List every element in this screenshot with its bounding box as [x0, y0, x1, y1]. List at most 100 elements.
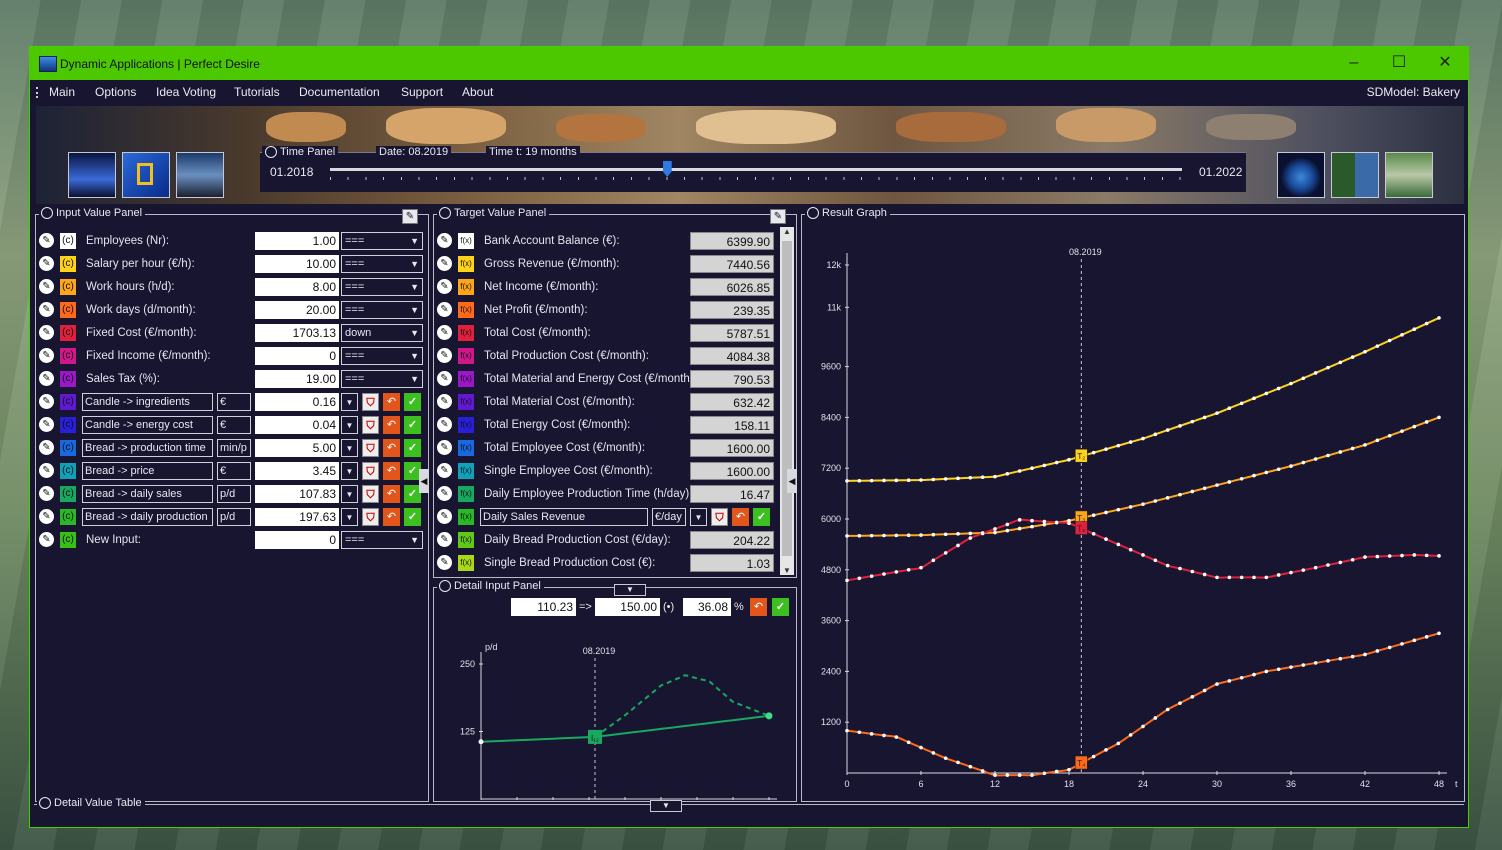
- apply-button[interactable]: ✓: [404, 508, 421, 526]
- edit-pencil-icon[interactable]: ✎: [39, 509, 54, 524]
- edit-pencil-icon[interactable]: ✎: [437, 532, 452, 547]
- dropdown-button[interactable]: ▼: [341, 439, 358, 457]
- apply-button[interactable]: ✓: [753, 508, 770, 526]
- edit-pencil-icon[interactable]: ✎: [39, 256, 54, 271]
- undo-button[interactable]: ↶: [383, 508, 400, 526]
- result-graph-chart[interactable]: 0 6 12 18 24 30 36 42 48 t 1200 2400 3600 4800 6000 720…: [802, 225, 1464, 800]
- table-name-field[interactable]: Candle -> energy cost: [82, 416, 213, 434]
- undo-button[interactable]: ↶: [383, 485, 400, 503]
- table-unit-field[interactable]: p/d: [217, 508, 251, 526]
- table-unit-field[interactable]: €: [217, 393, 251, 411]
- edit-pencil-icon[interactable]: ✎: [39, 440, 54, 455]
- delete-icon[interactable]: ⛉: [362, 485, 379, 503]
- edit-pencil-icon[interactable]: ✎: [437, 394, 452, 409]
- menu-documentation[interactable]: Documentation: [299, 85, 380, 99]
- table-unit-field[interactable]: €: [217, 416, 251, 434]
- table-name-field[interactable]: Bread -> daily sales: [82, 485, 213, 503]
- input-mode-select[interactable]: down ▼: [341, 324, 423, 342]
- undo-button[interactable]: ↶: [383, 439, 400, 457]
- delete-icon[interactable]: ⛉: [362, 439, 379, 457]
- input-value-field[interactable]: 0: [255, 347, 339, 365]
- target-unit-field[interactable]: €/day: [652, 508, 686, 526]
- edit-pencil-icon[interactable]: ✎: [39, 302, 54, 317]
- edit-pencil-icon[interactable]: ✎: [437, 440, 452, 455]
- dropdown-button[interactable]: ▼: [341, 416, 358, 434]
- input-value-field[interactable]: 19.00: [255, 370, 339, 388]
- undo-button[interactable]: ↶: [383, 462, 400, 480]
- edit-pencil-icon[interactable]: ✎: [437, 509, 452, 524]
- edit-pencil-icon[interactable]: ✎: [437, 233, 452, 248]
- theme-tile-building[interactable]: [1385, 152, 1433, 198]
- edit-pencil-icon[interactable]: ✎: [39, 463, 54, 478]
- input-panel-edit-button[interactable]: ✎: [402, 209, 418, 224]
- undo-button[interactable]: ↶: [383, 393, 400, 411]
- detail-mode-label[interactable]: (•): [663, 601, 674, 613]
- input-mode-select[interactable]: === ▼: [341, 370, 423, 388]
- input-value-field[interactable]: 20.00: [255, 301, 339, 319]
- table-name-field[interactable]: Bread -> daily production: [82, 508, 213, 526]
- input-mode-select[interactable]: === ▼: [341, 255, 423, 273]
- table-unit-field[interactable]: min/p: [217, 439, 251, 457]
- edit-pencil-icon[interactable]: ✎: [437, 302, 452, 317]
- delete-icon[interactable]: ⛉: [362, 508, 379, 526]
- time-slider-thumb[interactable]: [662, 161, 672, 177]
- edit-pencil-icon[interactable]: ✎: [437, 371, 452, 386]
- input-mode-select[interactable]: === ▼: [341, 531, 423, 549]
- target-panel-edit-button[interactable]: ✎: [770, 209, 786, 224]
- input-value-field[interactable]: 10.00: [255, 255, 339, 273]
- input-mode-select[interactable]: === ▼: [341, 232, 423, 250]
- edit-pencil-icon[interactable]: ✎: [39, 417, 54, 432]
- dropdown-button[interactable]: ▼: [341, 462, 358, 480]
- dropdown-button[interactable]: ▼: [341, 485, 358, 503]
- edit-pencil-icon[interactable]: ✎: [39, 486, 54, 501]
- edit-pencil-icon[interactable]: ✎: [39, 233, 54, 248]
- dropdown-button[interactable]: ▼: [341, 508, 358, 526]
- theme-tile-door[interactable]: [122, 152, 170, 198]
- edit-pencil-icon[interactable]: ✎: [437, 555, 452, 570]
- input-value-field[interactable]: 3.45: [255, 462, 339, 480]
- undo-button[interactable]: ↶: [732, 508, 749, 526]
- table-name-field[interactable]: Bread -> price: [82, 462, 213, 480]
- title-bar[interactable]: Dynamic Applications | Perfect Desire – …: [30, 47, 1468, 80]
- delete-icon[interactable]: ⛉: [362, 416, 379, 434]
- menu-options[interactable]: Options: [95, 85, 136, 99]
- edit-pencil-icon[interactable]: ✎: [437, 279, 452, 294]
- theme-tile-nature[interactable]: [1331, 152, 1379, 198]
- input-value-field[interactable]: 8.00: [255, 278, 339, 296]
- edit-pencil-icon[interactable]: ✎: [437, 417, 452, 432]
- edit-pencil-icon[interactable]: ✎: [39, 325, 54, 340]
- delete-icon[interactable]: ⛉: [362, 393, 379, 411]
- dropdown-button[interactable]: ▼: [341, 393, 358, 411]
- detail-value-table-expand-button[interactable]: ▼: [650, 800, 682, 812]
- theme-tile-earth[interactable]: [1277, 152, 1325, 198]
- input-value-field[interactable]: 1703.13: [255, 324, 339, 342]
- edit-pencil-icon[interactable]: ✎: [39, 348, 54, 363]
- input-value-field[interactable]: 0: [255, 531, 339, 549]
- target-scrollbar-thumb[interactable]: [782, 241, 792, 556]
- delete-icon[interactable]: ⛉: [711, 508, 728, 526]
- edit-pencil-icon[interactable]: ✎: [437, 463, 452, 478]
- theme-tile-ocean[interactable]: [68, 152, 116, 198]
- table-name-field[interactable]: Candle -> ingredients: [82, 393, 213, 411]
- edit-pencil-icon[interactable]: ✎: [437, 486, 452, 501]
- target-scrollbar[interactable]: ▲ ▼: [780, 227, 794, 575]
- menu-about[interactable]: About: [462, 85, 493, 99]
- apply-button[interactable]: ✓: [404, 416, 421, 434]
- detail-input-chart[interactable]: 0612182430364248t125250p/d08.2019I₁₂: [434, 614, 796, 800]
- minimize-button[interactable]: –: [1344, 53, 1364, 73]
- edit-pencil-icon[interactable]: ✎: [39, 371, 54, 386]
- collapse-left-button[interactable]: ◀: [419, 469, 429, 493]
- undo-button[interactable]: ↶: [383, 416, 400, 434]
- maximize-button[interactable]: ☐: [1389, 53, 1409, 73]
- input-value-field[interactable]: 107.83: [255, 485, 339, 503]
- input-value-field[interactable]: 0.16: [255, 393, 339, 411]
- apply-button[interactable]: ✓: [404, 393, 421, 411]
- table-name-field[interactable]: Bread -> production time: [82, 439, 213, 457]
- table-unit-field[interactable]: €: [217, 462, 251, 480]
- menu-support[interactable]: Support: [401, 85, 443, 99]
- close-button[interactable]: ✕: [1435, 53, 1455, 73]
- edit-pencil-icon[interactable]: ✎: [437, 325, 452, 340]
- time-slider-track[interactable]: [330, 168, 1182, 171]
- edit-pencil-icon[interactable]: ✎: [39, 394, 54, 409]
- menu-tutorials[interactable]: Tutorials: [234, 85, 280, 99]
